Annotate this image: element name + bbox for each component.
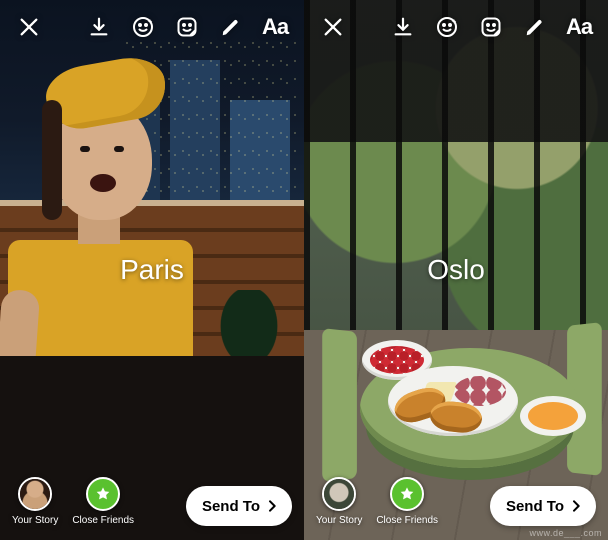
your-story-label: Your Story xyxy=(12,515,58,526)
stickers-icon[interactable] xyxy=(472,8,510,46)
send-to-label: Send To xyxy=(506,498,564,515)
close-friends-label: Close Friends xyxy=(72,515,134,526)
save-download-icon[interactable] xyxy=(80,8,118,46)
story-photo xyxy=(0,0,304,540)
editor-bottombar: Your Story Close Friends Send To xyxy=(304,477,608,526)
close-friends-button[interactable]: Close Friends xyxy=(376,477,438,526)
editor-topbar: Aa xyxy=(0,8,304,46)
close-friends-button[interactable]: Close Friends xyxy=(72,477,134,526)
text-tool-label: Aa xyxy=(566,14,592,40)
editor-bottombar: Your Story Close Friends Send To xyxy=(0,477,304,526)
close-friends-star-icon xyxy=(86,477,120,511)
your-story-avatar-ring xyxy=(18,477,52,511)
avatar xyxy=(20,479,50,509)
text-tool-icon[interactable]: Aa xyxy=(560,8,598,46)
send-to-button[interactable]: Send To xyxy=(490,486,596,526)
face-effects-icon[interactable] xyxy=(428,8,466,46)
save-download-icon[interactable] xyxy=(384,8,422,46)
close-friends-label: Close Friends xyxy=(376,515,438,526)
your-story-label: Your Story xyxy=(316,515,362,526)
close-icon[interactable] xyxy=(10,8,48,46)
your-story-button[interactable]: Your Story xyxy=(316,477,362,526)
text-tool-label: Aa xyxy=(262,14,288,40)
draw-icon[interactable] xyxy=(212,8,250,46)
story-editor-panel-right: Aa Oslo Your Story Close Friends Send To… xyxy=(304,0,608,540)
close-icon[interactable] xyxy=(314,8,352,46)
your-story-avatar-ring xyxy=(322,477,356,511)
send-to-label: Send To xyxy=(202,498,260,515)
draw-icon[interactable] xyxy=(516,8,554,46)
face-effects-icon[interactable] xyxy=(124,8,162,46)
story-photo xyxy=(304,0,608,540)
text-tool-icon[interactable]: Aa xyxy=(256,8,294,46)
close-friends-star-icon xyxy=(390,477,424,511)
your-story-button[interactable]: Your Story xyxy=(12,477,58,526)
stickers-icon[interactable] xyxy=(168,8,206,46)
story-editor-panel-left: Aa Paris Your Story Close Friends Send T… xyxy=(0,0,304,540)
editor-topbar: Aa xyxy=(304,8,608,46)
send-to-button[interactable]: Send To xyxy=(186,486,292,526)
chevron-right-icon xyxy=(568,498,584,514)
chevron-right-icon xyxy=(264,498,280,514)
avatar xyxy=(324,479,354,509)
